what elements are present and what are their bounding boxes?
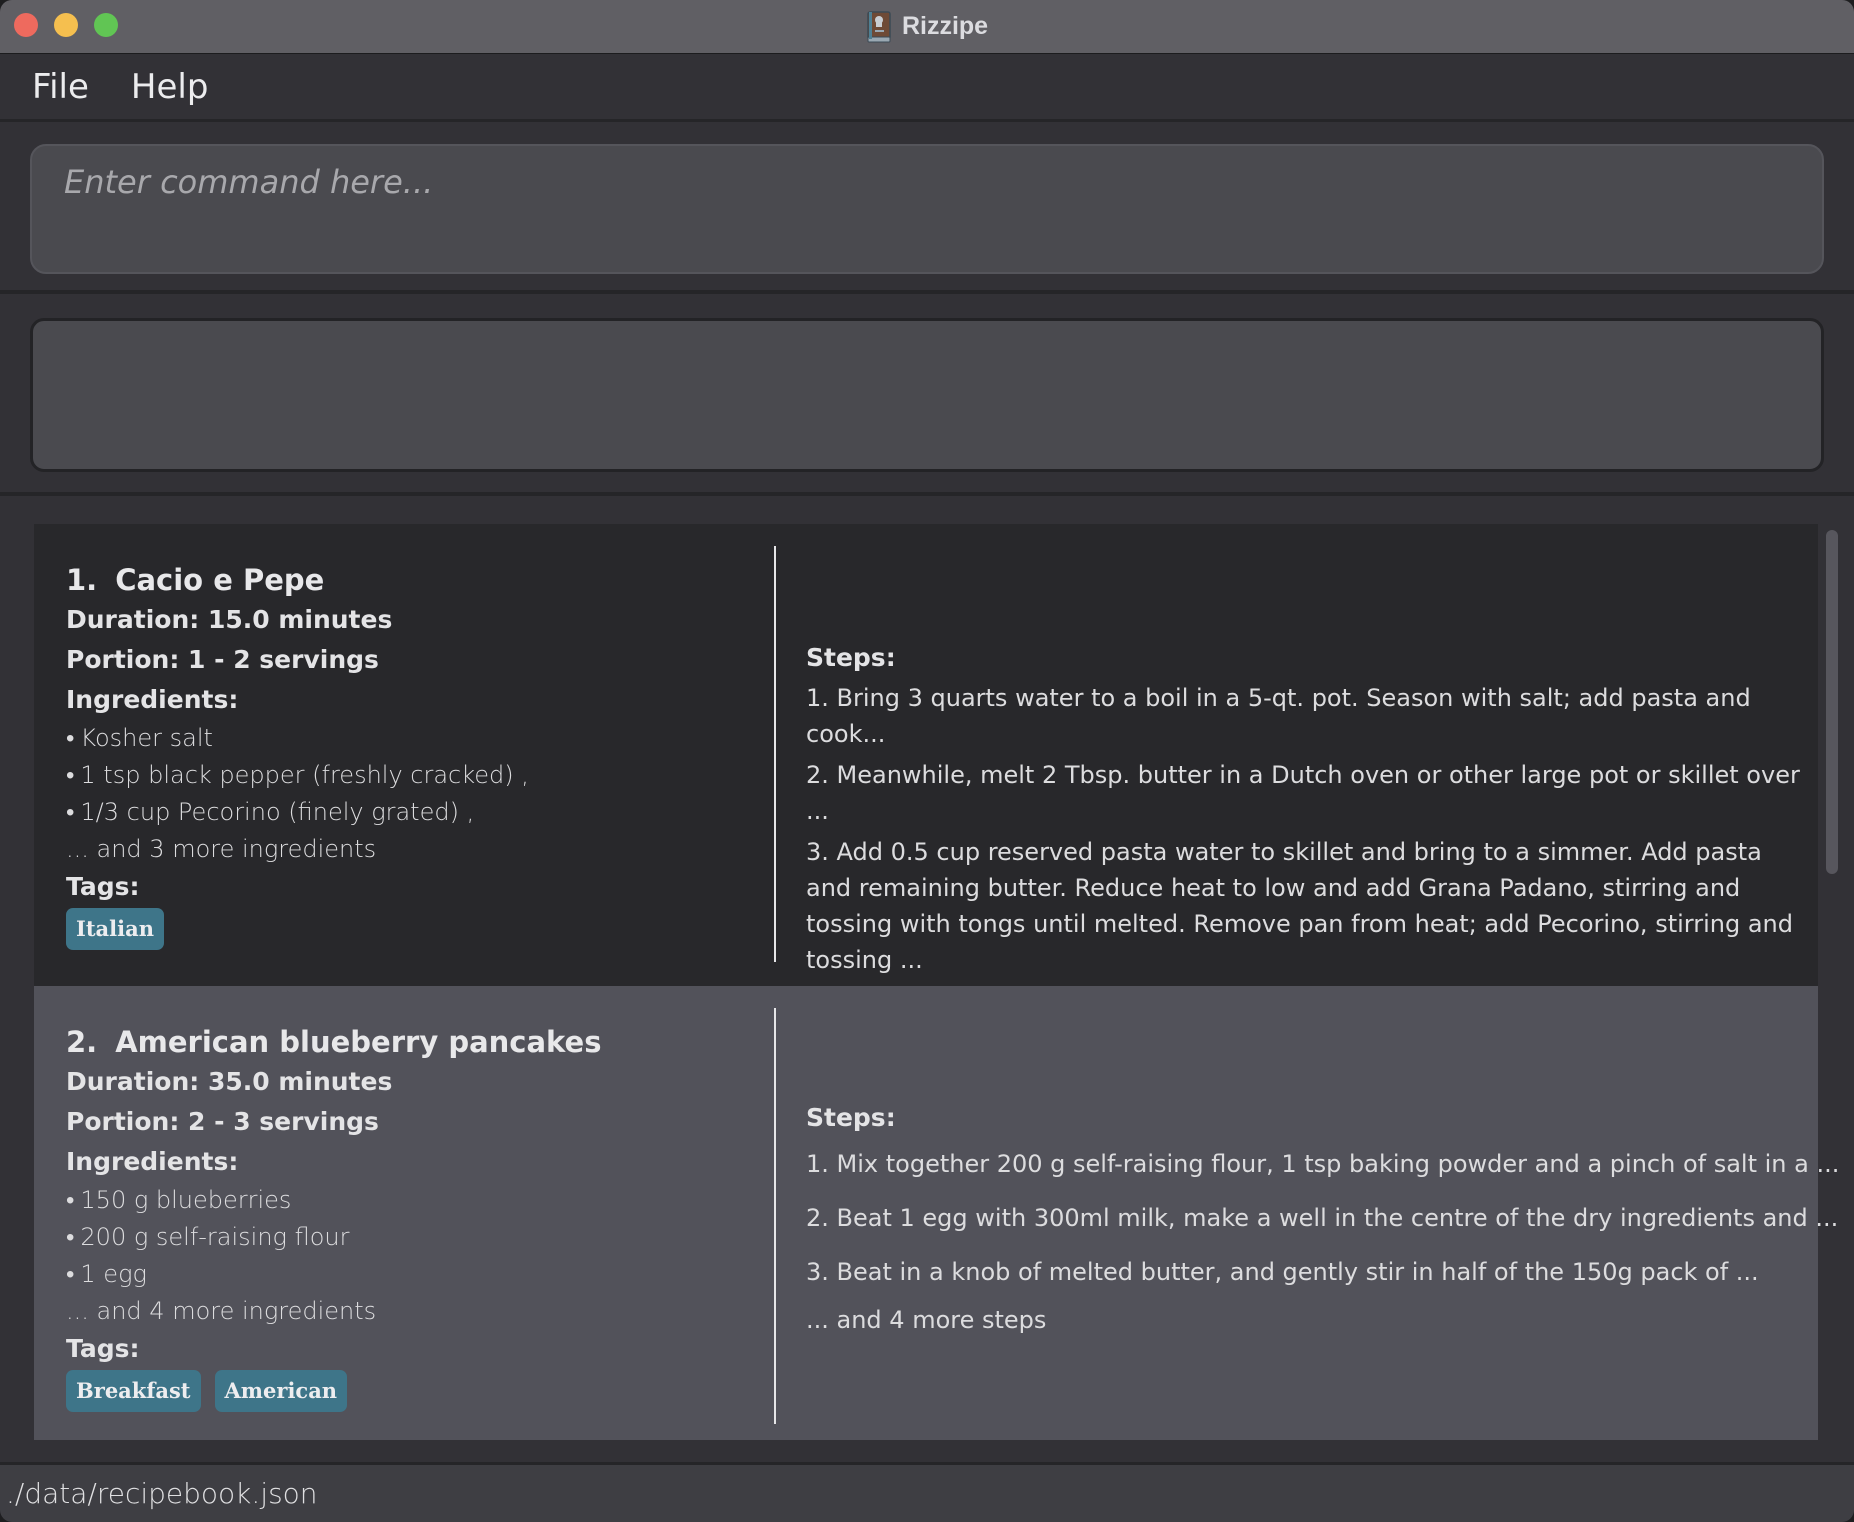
ingredients-label: Ingredients: <box>66 685 239 714</box>
step-item: 3. Beat in a knob of melted butter, and … <box>806 1258 1759 1286</box>
recipe-name: American blueberry pancakes <box>115 1025 602 1059</box>
ingredient-item: • 1/3 cup Pecorino (finely grated) , <box>66 798 475 826</box>
recipe-card[interactable]: 1. Cacio e Pepe Duration: 15.0 minutes Po… <box>34 524 1818 986</box>
step-item: 2. Meanwhile, melt 2 Tbsp. butter in a D… <box>806 761 1800 825</box>
ingredients-more: ... and 3 more ingredients <box>66 835 377 863</box>
recipe-duration: Duration: 35.0 minutes <box>66 1067 393 1096</box>
recipe-summary: 1. Cacio e Pepe Duration: 15.0 minutes Po… <box>34 524 774 986</box>
recipe-portion: Portion: 2 - 3 servings <box>66 1107 379 1136</box>
close-window-button[interactable] <box>14 13 38 37</box>
step-item: 1. Bring 3 quarts water to a boil in a 5… <box>806 684 1751 748</box>
steps-more: ... and 4 more steps <box>806 1306 1047 1334</box>
tags-label: Tags: <box>66 1334 140 1363</box>
steps-label: Steps: <box>806 643 896 672</box>
ingredients-label: Ingredients: <box>66 1147 239 1176</box>
tag-list: Breakfast American <box>66 1370 774 1412</box>
step-item: 1. Mix together 200 g self-raising flour… <box>806 1150 1840 1178</box>
title-bar: Rizzipe <box>0 0 1854 54</box>
tag-badge: Breakfast <box>66 1370 201 1412</box>
ingredient-item: • 1 tsp black pepper (freshly cracked) , <box>66 761 529 789</box>
recipe-index: 1. <box>66 563 98 597</box>
storage-file-path: ./data/recipebook.json <box>6 1477 318 1510</box>
recipe-list: 1. Cacio e Pepe Duration: 15.0 minutes Po… <box>0 500 1854 1462</box>
minimize-window-button[interactable] <box>54 13 78 37</box>
card-divider <box>774 546 776 962</box>
ingredient-item: • Kosher salt <box>66 724 213 752</box>
tag-list: Italian <box>66 908 774 950</box>
ingredients-more: ... and 4 more ingredients <box>66 1297 377 1325</box>
recipe-steps: Steps: 1. Mix together 200 g self-raisin… <box>806 1098 1840 1338</box>
recipe-portion: Portion: 1 - 2 servings <box>66 645 379 674</box>
command-box-panel <box>0 124 1854 294</box>
recipe-duration: Duration: 15.0 minutes <box>66 605 393 634</box>
ingredient-item: • 150 g blueberries <box>66 1186 292 1214</box>
ingredient-item: • 1 egg <box>66 1260 147 1288</box>
maximize-window-button[interactable] <box>94 13 118 37</box>
scrollbar-thumb[interactable] <box>1826 530 1838 874</box>
recipe-title: 1. Cacio e Pepe <box>66 560 774 600</box>
card-divider <box>774 1008 776 1424</box>
tag-badge: Italian <box>66 908 164 950</box>
window-title-group: Rizzipe <box>866 10 989 43</box>
app-window: Rizzipe File Help 1. Cacio e Pepe Duratio… <box>0 0 1854 1522</box>
menu-help[interactable]: Help <box>131 67 209 107</box>
result-display[interactable] <box>30 318 1824 472</box>
status-bar: ./data/recipebook.json <box>0 1462 1854 1522</box>
menu-file[interactable]: File <box>32 67 89 107</box>
recipe-book-icon <box>866 10 892 43</box>
command-input[interactable] <box>30 144 1824 274</box>
ingredient-item: • 200 g self-raising flour <box>66 1223 350 1251</box>
result-display-panel <box>0 298 1854 496</box>
window-title: Rizzipe <box>901 12 989 40</box>
recipe-list-scrollbar[interactable] <box>1822 500 1840 1462</box>
tag-badge: American <box>214 1370 348 1412</box>
recipe-card-selected[interactable]: 2. American blueberry pancakes Duration: … <box>34 986 1840 1440</box>
recipe-summary: 2. American blueberry pancakes Duration: … <box>34 986 774 1440</box>
recipe-title: 2. American blueberry pancakes <box>66 1022 774 1062</box>
window-controls <box>14 13 118 37</box>
tags-label: Tags: <box>66 872 140 901</box>
recipe-steps: Steps: 1. Bring 3 quarts water to a boil… <box>806 638 1804 978</box>
step-item: 3. Add 0.5 cup reserved pasta water to s… <box>806 838 1793 974</box>
steps-label: Steps: <box>806 1103 896 1132</box>
step-item: 2. Beat 1 egg with 300ml milk, make a we… <box>806 1204 1839 1232</box>
menu-bar: File Help <box>0 55 1854 122</box>
recipe-index: 2. <box>66 1025 98 1059</box>
recipe-name: Cacio e Pepe <box>115 563 325 597</box>
